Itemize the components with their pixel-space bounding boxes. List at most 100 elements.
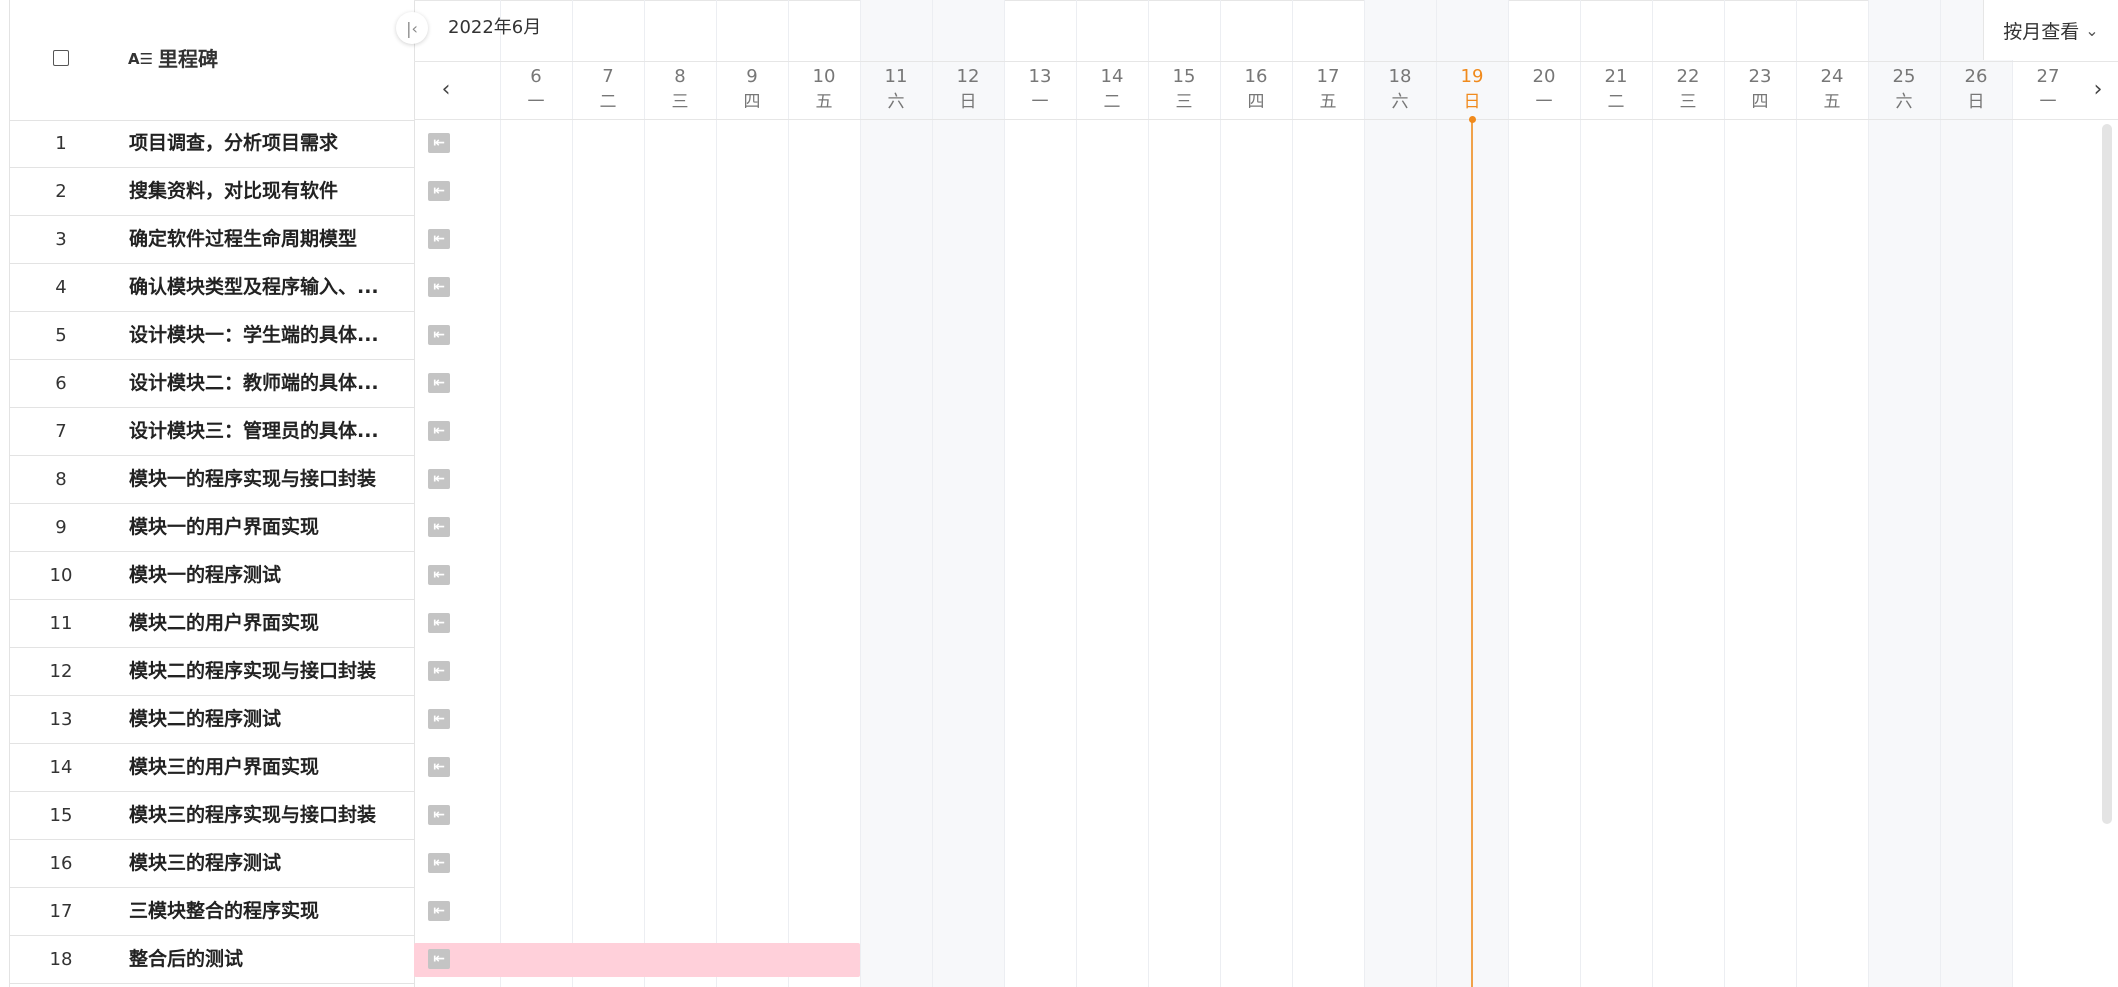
task-name[interactable]: 搜集资料，对比现有软件 [129, 168, 399, 215]
table-row[interactable]: 5 设计模块一：学生端的具体... [10, 312, 414, 360]
task-name[interactable]: 设计模块一：学生端的具体... [129, 312, 399, 359]
table-row[interactable]: 17 三模块整合的程序实现 [10, 888, 414, 936]
jump-to-task-arrow-icon[interactable]: ⇤ [428, 757, 450, 777]
table-header: A☰ 里程碑 [10, 0, 414, 121]
task-bar[interactable] [414, 943, 860, 977]
day-number: 27 [2036, 66, 2060, 87]
jump-to-task-arrow-icon[interactable]: ⇤ [428, 325, 450, 345]
table-row[interactable]: 16 模块三的程序测试 [10, 840, 414, 888]
day-header-today: 19 日 [1436, 62, 1508, 120]
task-name[interactable]: 模块三的程序实现与接口封装 [129, 792, 399, 839]
table-row[interactable]: 9 模块一的用户界面实现 [10, 504, 414, 552]
task-name[interactable]: 模块一的程序测试 [129, 552, 399, 599]
day-number: 13 [1028, 66, 1052, 87]
jump-to-task-arrow-icon[interactable]: ⇤ [428, 133, 450, 153]
jump-to-task-arrow-icon[interactable]: ⇤ [428, 853, 450, 873]
table-row[interactable]: 14 模块三的用户界面实现 [10, 744, 414, 792]
task-name[interactable]: 模块一的程序实现与接口封装 [129, 456, 399, 503]
day-column [1076, 0, 1148, 987]
table-row[interactable]: 1 项目调查，分析项目需求 [10, 120, 414, 168]
vertical-scrollbar[interactable] [2102, 124, 2112, 824]
today-marker [1468, 116, 1476, 123]
task-name[interactable]: 确定软件过程生命周期模型 [129, 216, 399, 263]
table-row[interactable]: 12 模块二的程序实现与接口封装 [10, 648, 414, 696]
weekday: 三 [1679, 92, 1697, 112]
weekday: 四 [1751, 92, 1769, 112]
table-row[interactable]: 13 模块二的程序测试 [10, 696, 414, 744]
task-name[interactable]: 设计模块三：管理员的具体... [129, 408, 399, 455]
jump-to-task-arrow-icon[interactable]: ⇤ [428, 421, 450, 441]
gantt-chart: 2022年6月 按月查看 ⌄ ‹ › 6 一 7 二 8 三 9 四 10 五 11 六 12 日 13 一 1… [414, 0, 2118, 987]
table-row[interactable]: 8 模块一的程序实现与接口封装 [10, 456, 414, 504]
day-header: 12 日 [932, 62, 1004, 120]
weekday: 一 [1535, 92, 1553, 112]
table-row[interactable]: 15 模块三的程序实现与接口封装 [10, 792, 414, 840]
table-row[interactable]: 4 确认模块类型及程序输入、... [10, 264, 414, 312]
jump-to-task-arrow-icon[interactable]: ⇤ [428, 277, 450, 297]
jump-to-task-arrow-icon[interactable]: ⇤ [428, 181, 450, 201]
day-header: 14 二 [1076, 62, 1148, 120]
day-column [1364, 0, 1436, 987]
day-header: 17 五 [1292, 62, 1364, 120]
weekday: 六 [1895, 92, 1913, 112]
task-name[interactable]: 项目调查，分析项目需求 [129, 120, 399, 167]
task-name[interactable]: 模块一的用户界面实现 [129, 504, 399, 551]
jump-to-task-arrow-icon[interactable]: ⇤ [428, 373, 450, 393]
table-row[interactable]: 10 模块一的程序测试 [10, 552, 414, 600]
jump-to-task-arrow-icon[interactable]: ⇤ [428, 949, 450, 969]
jump-to-task-arrow-icon[interactable]: ⇤ [428, 565, 450, 585]
table-row[interactable]: 18 整合后的测试 [10, 936, 414, 984]
next-period-button[interactable]: › [2086, 72, 2110, 108]
task-name[interactable]: 模块三的用户界面实现 [129, 744, 399, 791]
table-row[interactable]: 2 搜集资料，对比现有软件 [10, 168, 414, 216]
task-name[interactable]: 模块二的程序实现与接口封装 [129, 648, 399, 695]
task-name[interactable]: 确认模块类型及程序输入、... [129, 264, 399, 311]
row-number: 17 [49, 901, 73, 922]
table-row[interactable]: 11 模块二的用户界面实现 [10, 600, 414, 648]
task-name[interactable]: 模块二的程序测试 [129, 696, 399, 743]
day-column [644, 0, 716, 987]
row-number: 7 [55, 421, 67, 442]
collapse-panel-button[interactable]: |‹ [396, 12, 428, 44]
weekday: 五 [1319, 92, 1337, 112]
day-column [1724, 0, 1796, 987]
table-row[interactable]: 6 设计模块二：教师端的具体... [10, 360, 414, 408]
prev-period-button[interactable]: ‹ [434, 72, 458, 108]
row-number: 6 [55, 373, 67, 394]
row-number: 14 [49, 757, 73, 778]
jump-to-task-arrow-icon[interactable]: ⇤ [428, 469, 450, 489]
day-number: 23 [1748, 66, 1772, 87]
weekday: 三 [671, 92, 689, 112]
weekday: 五 [1823, 92, 1841, 112]
table-row[interactable]: 3 确定软件过程生命周期模型 [10, 216, 414, 264]
view-mode-select[interactable]: 按月查看 ⌄ [1983, 0, 2118, 60]
day-number: 19 [1460, 66, 1484, 87]
row-number: 3 [55, 229, 67, 250]
day-header: 15 三 [1148, 62, 1220, 120]
jump-to-task-arrow-icon[interactable]: ⇤ [428, 805, 450, 825]
jump-to-task-arrow-icon[interactable]: ⇤ [428, 661, 450, 681]
task-name[interactable]: 模块二的用户界面实现 [129, 600, 399, 647]
jump-to-task-arrow-icon[interactable]: ⇤ [428, 613, 450, 633]
jump-to-task-arrow-icon[interactable]: ⇤ [428, 709, 450, 729]
weekday: 一 [2039, 92, 2057, 112]
day-number: 14 [1100, 66, 1124, 87]
task-name[interactable]: 设计模块二：教师端的具体... [129, 360, 399, 407]
table-row[interactable]: 7 设计模块三：管理员的具体... [10, 408, 414, 456]
day-header: 7二 [572, 62, 644, 120]
weekday: 二 [1607, 92, 1625, 112]
weekday: 四 [743, 92, 761, 112]
task-name[interactable]: 整合后的测试 [129, 936, 399, 983]
task-name[interactable]: 模块三的程序测试 [129, 840, 399, 887]
weekday: 六 [887, 92, 905, 112]
select-all-checkbox[interactable] [53, 50, 69, 66]
chevron-down-icon: ⌄ [2085, 20, 2099, 40]
task-name[interactable]: 三模块整合的程序实现 [129, 888, 399, 935]
weekday: 一 [1031, 92, 1049, 112]
jump-to-task-arrow-icon[interactable]: ⇤ [428, 229, 450, 249]
day-column [1148, 0, 1220, 987]
jump-to-task-arrow-icon[interactable]: ⇤ [428, 517, 450, 537]
day-number: 21 [1604, 66, 1628, 87]
day-column [1652, 0, 1724, 987]
jump-to-task-arrow-icon[interactable]: ⇤ [428, 901, 450, 921]
